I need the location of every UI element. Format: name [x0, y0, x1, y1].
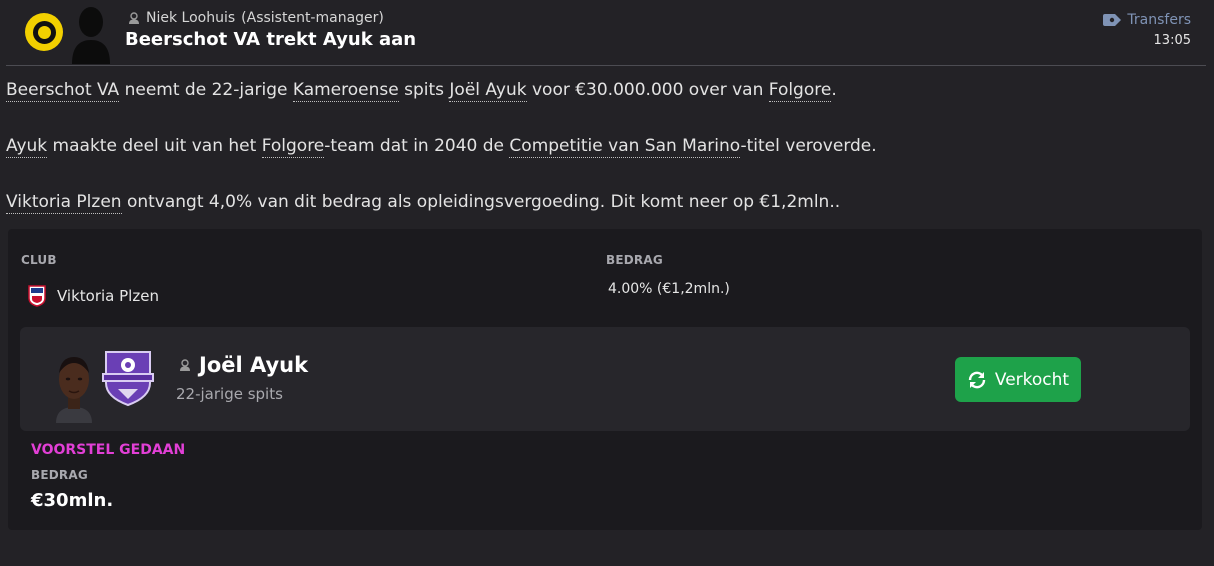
sold-status-label[interactable]: Verkocht — [995, 370, 1069, 390]
person-silhouette-icon — [72, 7, 110, 64]
amount-value: 4.00% (€1,2mln.) — [608, 281, 730, 297]
player-description: 22-jarige spits — [176, 385, 283, 403]
club-row[interactable]: Viktoria Plzen — [28, 285, 159, 307]
club-link[interactable]: Beerschot VA — [6, 80, 120, 102]
sender-role: (Assistent-manager) — [241, 10, 384, 26]
text: -titel veroverde. — [740, 136, 877, 156]
text: maakte deel uit van het — [47, 136, 262, 156]
team-link[interactable]: Folgore — [261, 136, 325, 158]
club-crest-icon[interactable] — [102, 349, 154, 407]
player-panel: Joël Ayuk 22-jarige spits Verkocht — [20, 327, 1190, 431]
from-club-link[interactable]: Folgore — [768, 80, 832, 102]
message-time: 13:05 — [1153, 33, 1191, 48]
club-shield-icon — [28, 285, 46, 307]
club-name[interactable]: Viktoria Plzen — [57, 287, 159, 305]
text: spits — [398, 80, 450, 100]
paragraph-3: Viktoria Plzen ontvangt 4,0% van dit bed… — [6, 192, 841, 214]
text: voor €30.000.000 over van — [526, 80, 769, 100]
message-header: Niek Loohuis (Assistent-manager) Beersch… — [0, 0, 1214, 66]
person-icon — [180, 359, 190, 371]
category-link[interactable]: Transfers — [1103, 12, 1191, 28]
refresh-icon — [968, 371, 986, 388]
club-link[interactable]: Viktoria Plzen — [6, 192, 122, 214]
text: ontvangt 4,0% van dit bedrag als opleidi… — [121, 192, 841, 212]
player-photo[interactable] — [52, 351, 96, 423]
text: -team dat in 2040 de — [324, 136, 510, 156]
player-link[interactable]: Joël Ayuk — [449, 80, 527, 102]
paragraph-2: Ayuk maakte deel uit van het Folgore-tea… — [6, 136, 877, 158]
message-headline: Beerschot VA trekt Ayuk aan — [125, 29, 417, 50]
sender[interactable]: Niek Loohuis (Assistent-manager) — [128, 10, 384, 26]
player-name-row[interactable]: Joël Ayuk — [179, 353, 308, 377]
paragraph-1: Beerschot VA neemt de 22-jarige Kameroen… — [6, 80, 837, 102]
tag-icon — [1103, 14, 1122, 26]
competition-link[interactable]: Competitie van San Marino — [509, 136, 741, 158]
text: neemt de 22-jarige — [119, 80, 293, 100]
player-link[interactable]: Ayuk — [6, 136, 48, 158]
category-label[interactable]: Transfers — [1127, 12, 1191, 28]
text: . — [831, 80, 837, 100]
nationality-link[interactable]: Kameroense — [292, 80, 399, 102]
column-header-amount: BEDRAG — [606, 253, 663, 267]
club-crest-icon[interactable] — [25, 13, 63, 51]
offer-amount: €30mln. — [31, 490, 114, 511]
sender-name[interactable]: Niek Loohuis — [146, 10, 235, 26]
column-header-club: CLUB — [21, 253, 57, 267]
offer-status: VOORSTEL GEDAAN — [31, 442, 186, 458]
player-name[interactable]: Joël Ayuk — [199, 353, 308, 377]
person-icon — [129, 12, 139, 24]
transfer-card: CLUB BEDRAG Viktoria Plzen 4.00% (€1,2ml… — [8, 229, 1202, 530]
header-divider — [6, 65, 1206, 66]
sold-status-button[interactable]: Verkocht — [955, 357, 1081, 402]
offer-amount-label: BEDRAG — [31, 468, 88, 482]
